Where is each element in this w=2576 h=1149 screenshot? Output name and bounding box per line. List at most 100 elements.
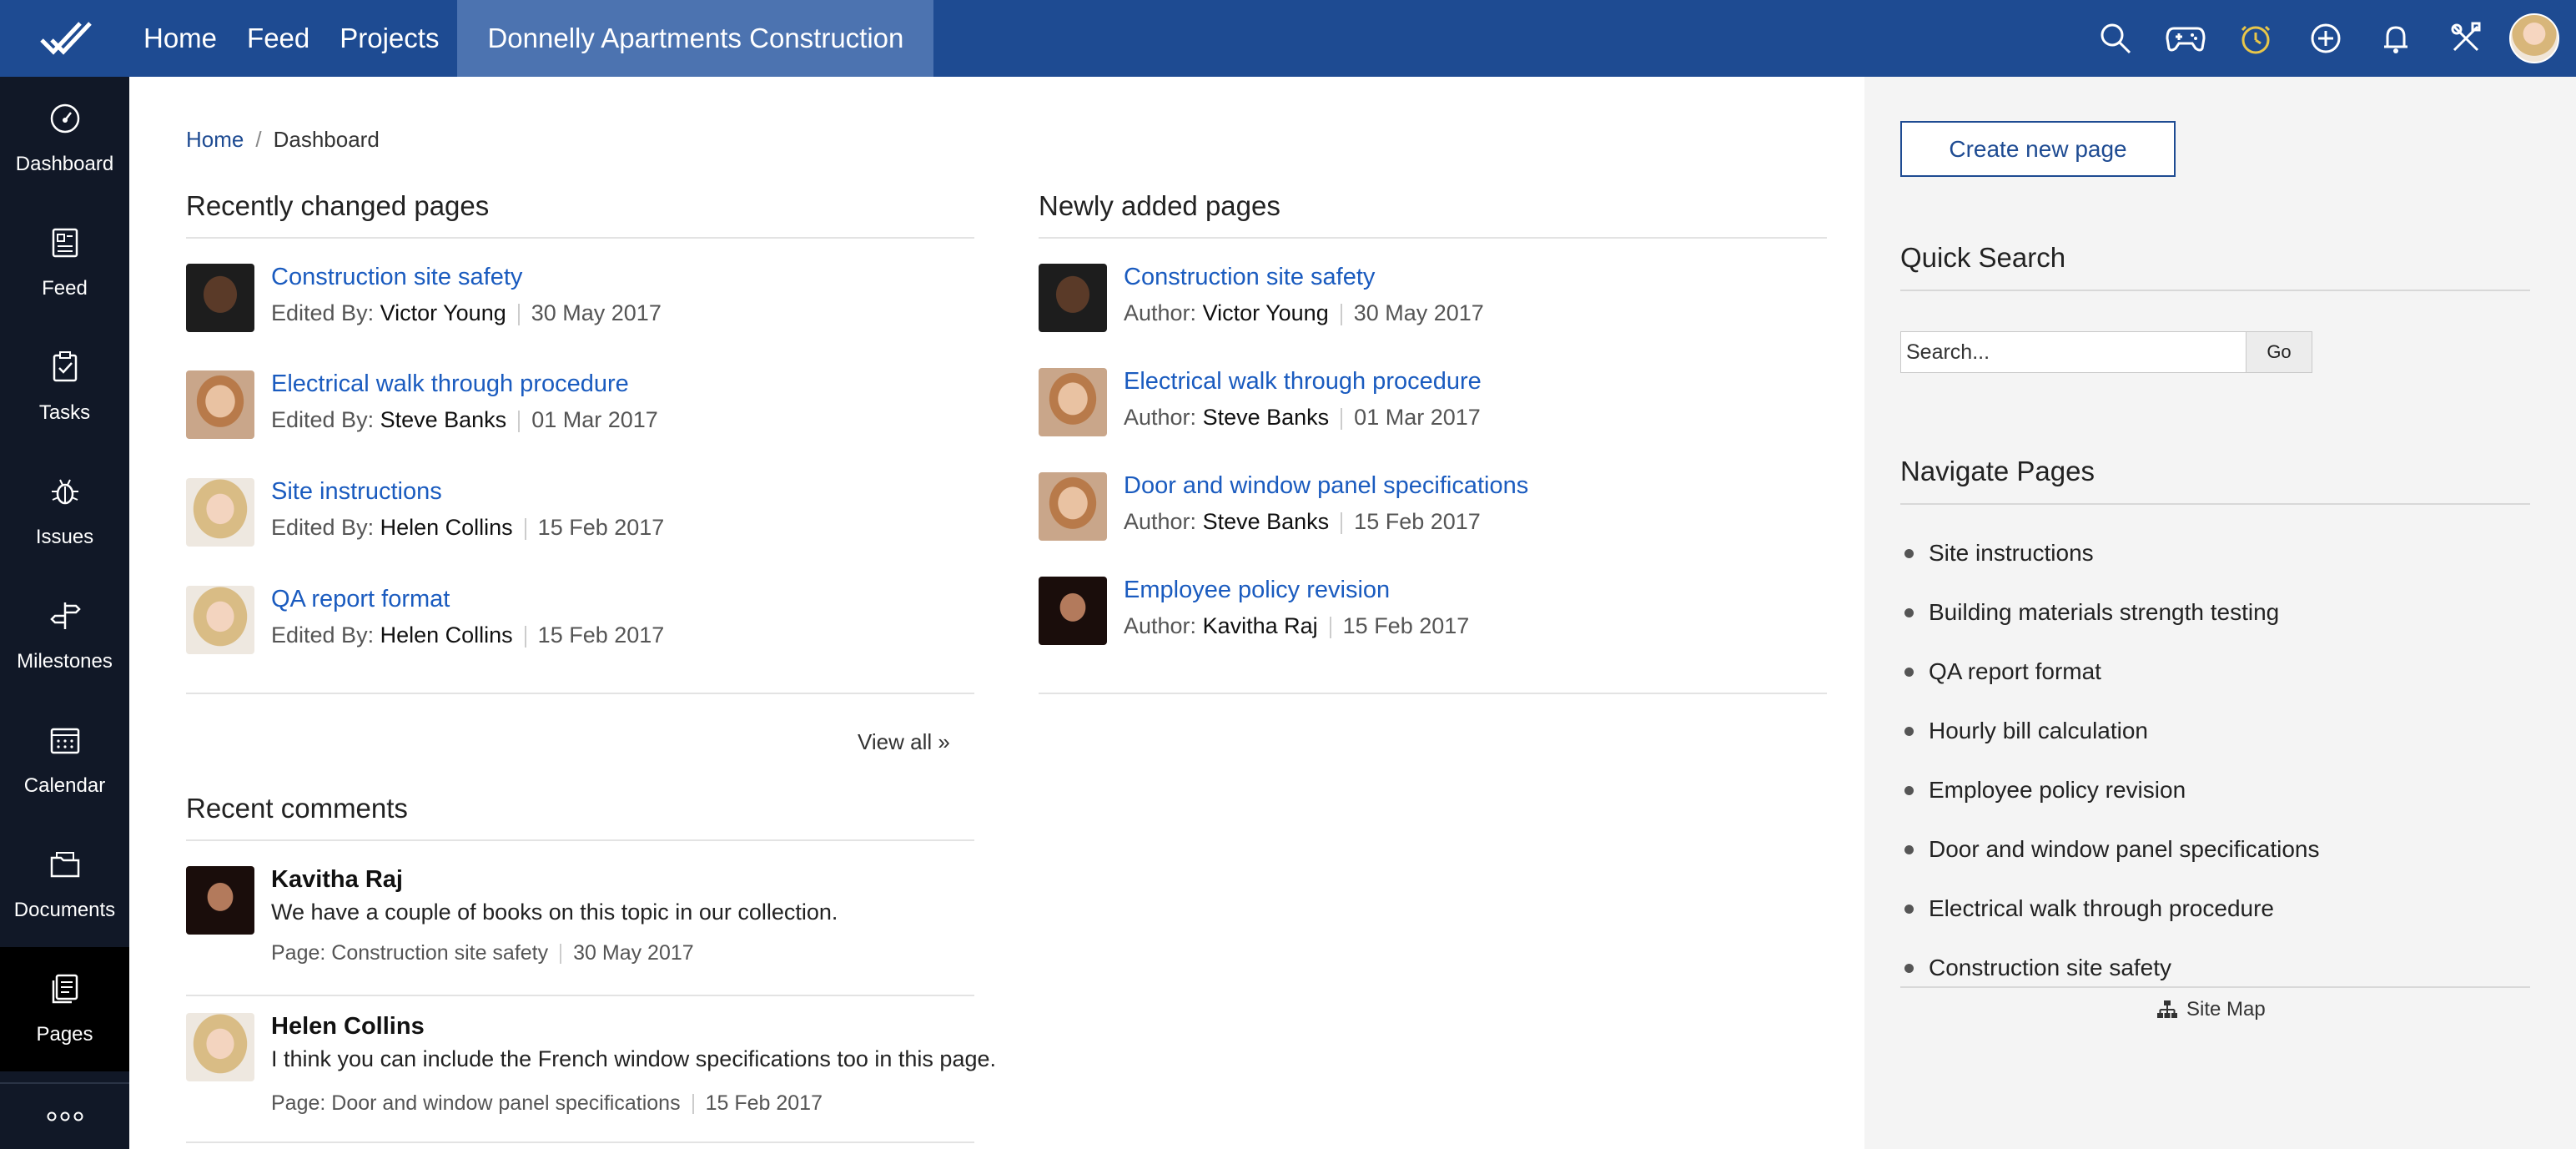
nav-page-item[interactable]: Door and window panel specifications <box>1904 836 2320 863</box>
top-nav: Home Feed Projects Donnelly Apartments C… <box>130 0 934 77</box>
meta-user: Kavitha Raj <box>1202 613 1318 638</box>
avatar <box>1039 368 1107 436</box>
nav-page-label: Building materials strength testing <box>1929 599 2280 625</box>
meta-date: 30 May 2017 <box>531 300 662 325</box>
nav-current-project[interactable]: Donnelly Apartments Construction <box>457 0 934 77</box>
page-link[interactable]: Door and window panel specifications <box>1124 472 1528 500</box>
signpost-icon <box>48 599 82 638</box>
breadcrumb-current: Dashboard <box>273 127 380 152</box>
meta-label: Edited By: <box>271 622 375 648</box>
sidebar-item-feed[interactable]: Feed <box>0 201 129 325</box>
recently-changed-title: Recently changed pages <box>186 190 490 221</box>
page-link[interactable]: QA report format <box>271 586 450 613</box>
meta-label: Author: <box>1124 509 1197 534</box>
nav-home[interactable]: Home <box>130 0 232 77</box>
sidebar-item-label: Milestones <box>17 650 113 673</box>
timer-icon[interactable] <box>2221 0 2291 77</box>
nav-page-label: Site instructions <box>1929 540 2094 566</box>
sidebar-item-dashboard[interactable]: Dashboard <box>0 77 129 201</box>
avatar <box>1039 472 1107 541</box>
meta-user: Victor Young <box>380 300 506 325</box>
tools-icon[interactable] <box>2431 0 2501 77</box>
divider <box>1900 986 2530 988</box>
breadcrumb-home[interactable]: Home <box>186 127 244 152</box>
page-link[interactable]: Construction site safety <box>271 264 522 291</box>
gamepad-icon[interactable] <box>2151 0 2221 77</box>
page-link[interactable]: Electrical walk through procedure <box>1124 368 1482 396</box>
nav-page-item[interactable]: Electrical walk through procedure <box>1904 895 2274 922</box>
bullet-icon <box>1904 667 1914 677</box>
avatar <box>1039 264 1107 332</box>
page-link[interactable]: Employee policy revision <box>1124 577 1390 604</box>
sidebar-item-calendar[interactable]: Calendar <box>0 698 129 823</box>
go-button[interactable]: Go <box>2246 331 2312 373</box>
sidebar-item-issues[interactable]: Issues <box>0 450 129 574</box>
right-panel: Create new page Quick Search Go Navigate… <box>1864 77 2576 1149</box>
calendar-icon <box>48 723 82 763</box>
bell-icon[interactable] <box>2361 0 2431 77</box>
bullet-icon <box>1904 904 1914 914</box>
comment-page-link[interactable]: Page: Door and window panel specificatio… <box>271 1091 681 1115</box>
page-meta: Author: Steve Banks 01 Mar 2017 <box>1124 405 1481 431</box>
nav-page-item[interactable]: QA report format <box>1904 658 2101 685</box>
avatar <box>186 370 254 439</box>
nav-page-item[interactable]: Site instructions <box>1904 540 2094 567</box>
meta-date: 15 Feb 2017 <box>1354 509 1481 534</box>
nav-feed[interactable]: Feed <box>232 0 325 77</box>
sidebar-item-milestones[interactable]: Milestones <box>0 574 129 698</box>
add-icon[interactable] <box>2291 0 2361 77</box>
meta-date: 15 Feb 2017 <box>1342 613 1470 638</box>
comment-author: Helen Collins <box>271 1013 425 1040</box>
comment-author: Kavitha Raj <box>271 866 403 893</box>
list-item: Site instructions Edited By: Helen Colli… <box>186 478 974 548</box>
avatar <box>186 586 254 654</box>
more-icon[interactable] <box>0 1082 129 1149</box>
page-meta: Author: Steve Banks 15 Feb 2017 <box>1124 509 1481 535</box>
page-link[interactable]: Electrical walk through procedure <box>271 370 629 398</box>
top-bar: Home Feed Projects Donnelly Apartments C… <box>0 0 2576 77</box>
app-logo-icon[interactable] <box>0 0 130 77</box>
site-map-link[interactable]: Site Map <box>2156 998 2266 1021</box>
avatar <box>186 264 254 332</box>
meta-label: Edited By: <box>271 515 375 540</box>
meta-label: Edited By: <box>271 407 375 432</box>
nav-page-label: Hourly bill calculation <box>1929 718 2149 743</box>
divider <box>186 995 974 996</box>
breadcrumb: Home / Dashboard <box>186 127 380 153</box>
nav-page-item[interactable]: Employee policy revision <box>1904 777 2186 804</box>
navigate-pages-title: Navigate Pages <box>1900 456 2095 486</box>
page-meta: Author: Victor Young 30 May 2017 <box>1124 300 1484 326</box>
search-input[interactable] <box>1900 331 2246 373</box>
avatar <box>186 1013 254 1081</box>
nav-page-item[interactable]: Construction site safety <box>1904 955 2171 981</box>
sidebar-item-label: Pages <box>36 1023 93 1046</box>
meta-label: Author: <box>1124 405 1197 430</box>
nav-page-label: Door and window panel specifications <box>1929 836 2320 862</box>
nav-page-item[interactable]: Hourly bill calculation <box>1904 718 2148 744</box>
bullet-icon <box>1904 844 1914 854</box>
clipboard-icon <box>48 350 82 390</box>
comment-page-link[interactable]: Page: Construction site safety <box>271 941 548 965</box>
list-item: QA report format Edited By: Helen Collin… <box>186 586 974 656</box>
divider <box>186 693 974 694</box>
meta-user: Steve Banks <box>1202 405 1330 430</box>
nav-projects[interactable]: Projects <box>325 0 454 77</box>
search-icon[interactable] <box>2080 0 2151 77</box>
comment-date: 15 Feb 2017 <box>705 1091 823 1115</box>
list-item: Door and window panel specifications Aut… <box>1039 472 1827 542</box>
user-avatar[interactable] <box>2509 13 2559 63</box>
nav-page-label: Employee policy revision <box>1929 777 2186 803</box>
gauge-icon <box>48 102 82 141</box>
sidebar-item-pages[interactable]: Pages <box>0 947 129 1071</box>
meta-date: 01 Mar 2017 <box>1354 405 1481 430</box>
page-link[interactable]: Site instructions <box>271 478 442 506</box>
page-link[interactable]: Construction site safety <box>1124 264 1375 291</box>
sidebar-item-documents[interactable]: Documents <box>0 823 129 947</box>
sidebar-item-tasks[interactable]: Tasks <box>0 325 129 450</box>
nav-page-item[interactable]: Building materials strength testing <box>1904 599 2279 626</box>
page-meta: Edited By: Victor Young 30 May 2017 <box>271 300 662 326</box>
meta-label: Edited By: <box>271 300 375 325</box>
page-meta: Edited By: Steve Banks 01 Mar 2017 <box>271 407 658 433</box>
create-new-page-button[interactable]: Create new page <box>1900 121 2176 177</box>
view-all-link[interactable]: View all » <box>858 729 950 755</box>
